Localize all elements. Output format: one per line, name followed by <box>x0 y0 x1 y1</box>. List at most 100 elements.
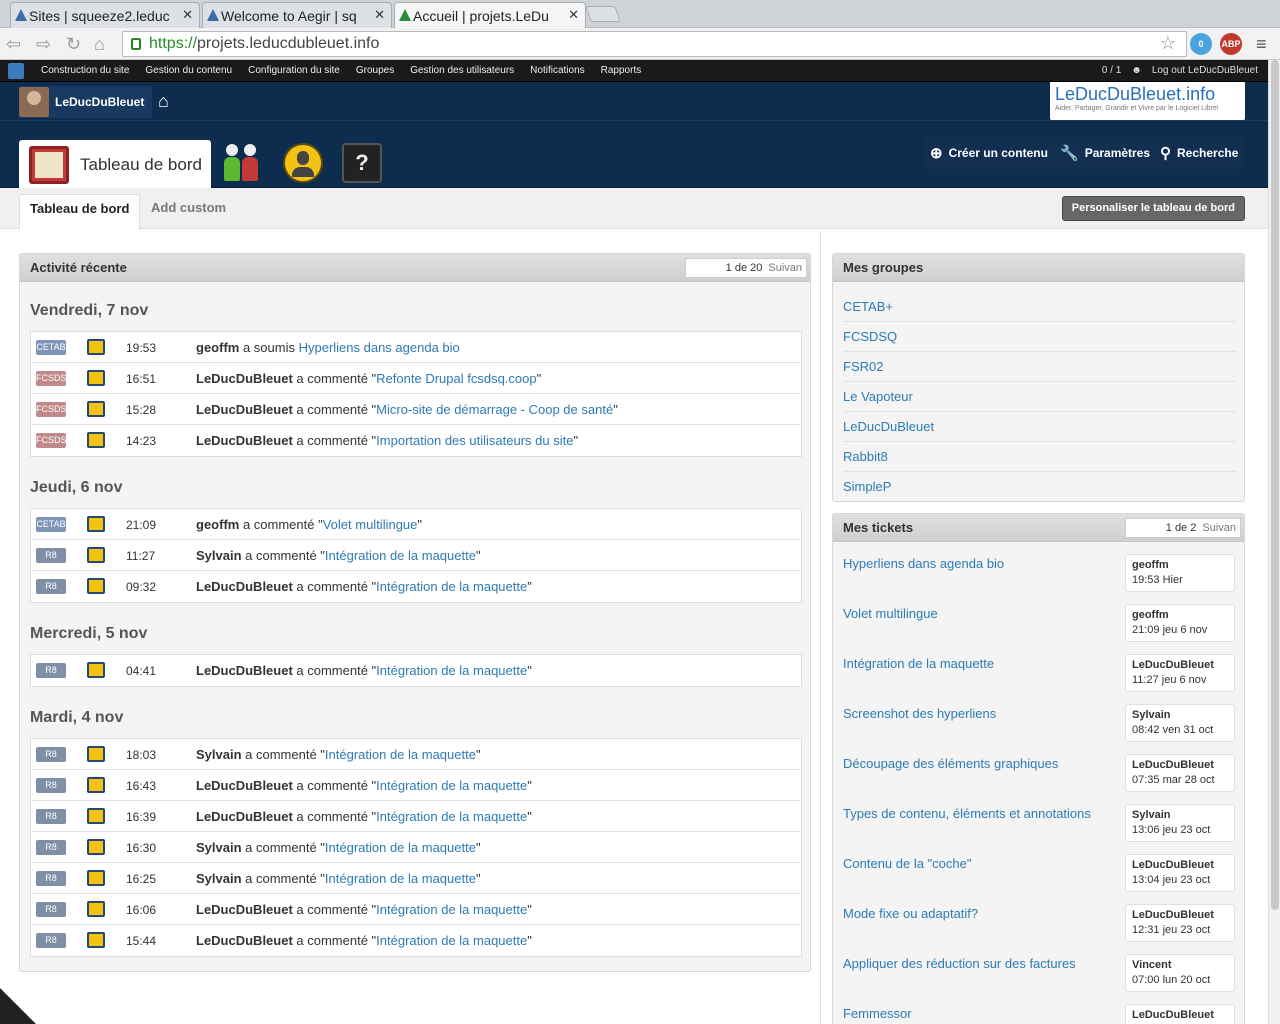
admin-menu-item[interactable]: Notifications <box>522 60 592 82</box>
activity-user[interactable]: LeDucDuBleuet <box>196 809 293 824</box>
ticket-user[interactable]: LeDucDuBleuet <box>1132 858 1228 873</box>
ticket-link[interactable]: Screenshot des hyperliens <box>843 706 1113 721</box>
groups-icon[interactable] <box>222 143 262 183</box>
activity-link[interactable]: Intégration de la maquette <box>325 840 476 855</box>
home-icon[interactable]: ⌂ <box>94 34 105 55</box>
activity-user[interactable]: LeDucDuBleuet <box>196 402 293 417</box>
activity-user[interactable]: LeDucDuBleuet <box>196 433 293 448</box>
browser-tab-3[interactable]: Accueil | projets.LeDu ✕ <box>394 2 586 29</box>
ticket-user[interactable]: geoffm <box>1132 558 1228 573</box>
adblock-icon[interactable]: ABP <box>1220 33 1242 55</box>
reload-icon[interactable]: ↻ <box>66 34 81 55</box>
drupal-logo-icon[interactable] <box>8 63 24 79</box>
ticket-link[interactable]: Découpage des éléments graphiques <box>843 756 1113 771</box>
activity-link[interactable]: Intégration de la maquette <box>376 579 527 594</box>
group-link[interactable]: Rabbit8 <box>843 442 1236 472</box>
admin-menu-item[interactable]: Configuration du site <box>240 60 348 82</box>
browser-menu-icon[interactable]: ≡ <box>1256 34 1267 55</box>
activity-link[interactable]: Intégration de la maquette <box>376 663 527 678</box>
pager-next[interactable]: Suivan <box>768 262 802 274</box>
group-badge[interactable]: R8 <box>36 871 66 886</box>
group-badge[interactable]: CETAB <box>36 517 66 532</box>
activity-link[interactable]: Intégration de la maquette <box>376 933 527 948</box>
activity-user[interactable]: LeDucDuBleuet <box>196 371 293 386</box>
group-badge[interactable]: R8 <box>36 933 66 948</box>
admin-menu-item[interactable]: Gestion des utilisateurs <box>402 60 522 82</box>
group-badge[interactable]: R8 <box>36 663 66 678</box>
site-logo[interactable]: LeDucDuBleuet.info Aider, Partager, Gran… <box>1050 82 1245 121</box>
ticket-link[interactable]: Femmessor <box>843 1006 1113 1021</box>
group-badge[interactable]: R8 <box>36 747 66 762</box>
ticket-link[interactable]: Mode fixe ou adaptatif? <box>843 906 1113 921</box>
close-tab-icon[interactable]: ✕ <box>568 7 579 23</box>
user-block[interactable]: LeDucDuBleuet <box>19 86 153 118</box>
group-badge[interactable]: R8 <box>36 548 66 563</box>
page-scrollbar[interactable] <box>1268 60 1280 1024</box>
ticket-user[interactable]: LeDucDuBleuet <box>1132 758 1228 773</box>
group-badge[interactable]: FCSDS <box>36 433 67 448</box>
activity-pager[interactable]: 1 de 20 Suivan <box>684 258 807 278</box>
activity-user[interactable]: LeDucDuBleuet <box>196 902 293 917</box>
ticket-link[interactable]: Types de contenu, éléments et annotation… <box>843 806 1113 821</box>
admin-menu-item[interactable]: Construction du site <box>33 60 137 82</box>
ticket-link[interactable]: Hyperliens dans agenda bio <box>843 556 1113 571</box>
ticket-user[interactable]: LeDucDuBleuet <box>1132 658 1228 673</box>
group-link[interactable]: SimpleP <box>843 472 1236 502</box>
group-badge[interactable]: R8 <box>36 579 66 594</box>
activity-user[interactable]: Sylvain <box>196 747 242 762</box>
group-badge[interactable]: CETAB <box>36 340 66 355</box>
ticket-user[interactable]: Vincent <box>1132 958 1228 973</box>
help-icon[interactable]: ? <box>342 143 382 183</box>
ticket-user[interactable]: LeDucDuBleuet <box>1132 908 1228 923</box>
close-tab-icon[interactable]: ✕ <box>374 7 385 23</box>
scrollbar-thumb[interactable] <box>1271 60 1279 910</box>
customize-dashboard-button[interactable]: Personaliser le tableau de bord <box>1061 196 1245 221</box>
ticket-user[interactable]: Sylvain <box>1132 808 1228 823</box>
activity-link[interactable]: Micro-site de démarrage - Coop de santé <box>376 402 613 417</box>
activity-user[interactable]: LeDucDuBleuet <box>196 663 293 678</box>
activity-link[interactable]: Intégration de la maquette <box>376 902 527 917</box>
profile-icon[interactable] <box>283 143 323 183</box>
ticket-link[interactable]: Intégration de la maquette <box>843 656 1113 671</box>
activity-link[interactable]: Volet multilingue <box>323 517 418 532</box>
group-link[interactable]: Le Vapoteur <box>843 382 1236 412</box>
ticket-link[interactable]: Appliquer des réduction sur des factures <box>843 956 1113 971</box>
group-badge[interactable]: R8 <box>36 809 66 824</box>
activity-user[interactable]: geoffm <box>196 517 239 532</box>
close-tab-icon[interactable]: ✕ <box>182 7 193 23</box>
activity-link[interactable]: Hyperliens dans agenda bio <box>299 340 460 355</box>
activity-user[interactable]: LeDucDuBleuet <box>196 933 293 948</box>
home-icon[interactable]: ⌂ <box>158 91 169 112</box>
activity-user[interactable]: geoffm <box>196 340 239 355</box>
browser-tab-1[interactable]: Sites | squeeze2.leduc ✕ <box>10 2 200 28</box>
activity-link[interactable]: Intégration de la maquette <box>325 548 476 563</box>
search-button[interactable]: ⚲ Recherche <box>1152 137 1247 169</box>
settings-button[interactable]: 🔧 Paramètres <box>1052 137 1159 169</box>
group-badge[interactable]: R8 <box>36 902 66 917</box>
create-content-button[interactable]: ⊕ Créer un contenu <box>922 137 1056 169</box>
activity-link[interactable]: Importation des utilisateurs du site <box>376 433 573 448</box>
address-bar[interactable]: https://projets.leducdubleuet.info ☆ <box>122 31 1187 57</box>
forward-icon[interactable]: ⇨ <box>36 34 51 55</box>
back-icon[interactable]: ⇦ <box>6 34 21 55</box>
browser-tab-2[interactable]: Welcome to Aegir | sq ✕ <box>202 2 392 28</box>
activity-link[interactable]: Intégration de la maquette <box>325 871 476 886</box>
tickets-pager[interactable]: 1 de 2 Suivan <box>1124 518 1241 538</box>
activity-user[interactable]: LeDucDuBleuet <box>196 778 293 793</box>
group-link[interactable]: FSR02 <box>843 352 1236 382</box>
group-badge[interactable]: R8 <box>36 840 66 855</box>
activity-user[interactable]: Sylvain <box>196 840 242 855</box>
extension-icon[interactable]: 0 <box>1190 33 1212 55</box>
ticket-link[interactable]: Contenu de la "coche" <box>843 856 1113 871</box>
group-badge[interactable]: R8 <box>36 778 66 793</box>
ticket-user[interactable]: geoffm <box>1132 608 1228 623</box>
admin-menu-item[interactable]: Gestion du contenu <box>137 60 240 82</box>
activity-user[interactable]: Sylvain <box>196 548 242 563</box>
ticket-link[interactable]: Volet multilingue <box>843 606 1113 621</box>
tab-dashboard[interactable]: Tableau de bord <box>19 194 141 230</box>
activity-link[interactable]: Intégration de la maquette <box>325 747 476 762</box>
bookmark-star-icon[interactable]: ☆ <box>1160 31 1176 55</box>
new-tab-button[interactable] <box>585 6 621 22</box>
group-badge[interactable]: FCSDS <box>36 402 67 417</box>
group-link[interactable]: LeDucDuBleuet <box>843 412 1236 442</box>
